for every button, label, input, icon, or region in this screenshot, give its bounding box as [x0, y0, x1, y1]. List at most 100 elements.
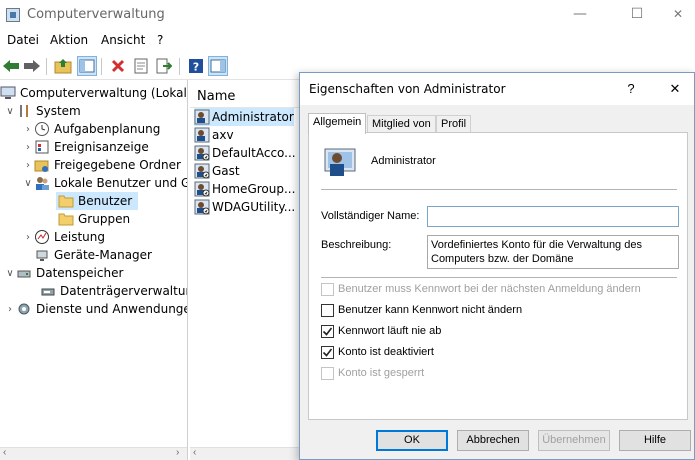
- description-label: Beschreibung:: [321, 239, 392, 251]
- menu-aktion[interactable]: Aktion: [50, 33, 88, 47]
- chevron-down-icon[interactable]: ∨: [4, 106, 16, 117]
- tree-item-dienste[interactable]: › Dienste und Anwendungen: [4, 300, 187, 318]
- svg-text:?: ?: [193, 61, 199, 74]
- toolbar-separator: [46, 58, 47, 75]
- chevron-down-icon[interactable]: ∨: [4, 268, 16, 279]
- chevron-right-icon[interactable]: ›: [22, 124, 34, 135]
- list-item[interactable]: DefaultAcco...: [194, 144, 296, 162]
- export-list-icon[interactable]: [154, 56, 174, 76]
- checkbox[interactable]: [321, 345, 334, 359]
- user-list[interactable]: Name Administrator axv DefaultAcco... Ga…: [190, 80, 302, 460]
- tree-item-lokale-benutzer[interactable]: ∨ Lokale Benutzer und Gruppen: [22, 174, 187, 192]
- tree-horizontal-scrollbar[interactable]: ‹ ›: [0, 447, 187, 460]
- tab-mitglied-von[interactable]: Mitglied von: [367, 115, 436, 133]
- help-icon[interactable]: ?: [186, 56, 206, 76]
- tree-item-label: Datenträgerverwaltung: [60, 284, 188, 298]
- tree-item-ereignisanzeige[interactable]: › Ereignisanzeige: [22, 138, 149, 156]
- forward-arrow-icon[interactable]: [22, 56, 42, 76]
- ok-button[interactable]: OK: [376, 430, 448, 451]
- folder-icon: [58, 211, 74, 227]
- dialog-title-bar: Eigenschaften von Administrator ? ✕: [300, 73, 694, 105]
- checkbox[interactable]: [321, 282, 334, 296]
- tree-item-system[interactable]: ∨ System: [4, 102, 81, 120]
- help-button[interactable]: Hilfe: [619, 430, 691, 451]
- chevron-right-icon[interactable]: ›: [22, 232, 34, 243]
- title-bar: Computerverwaltung — ☐ ✕: [0, 0, 695, 30]
- menu-help[interactable]: ?: [157, 33, 163, 47]
- tree-item-label: System: [36, 104, 81, 118]
- tab-allgemein[interactable]: Allgemein: [308, 113, 367, 134]
- tree-item-label: Ereignisanzeige: [54, 140, 149, 154]
- list-item[interactable]: Gast: [194, 162, 240, 180]
- list-item[interactable]: HomeGroup...: [194, 180, 295, 198]
- menu-ansicht[interactable]: Ansicht: [101, 33, 145, 47]
- column-header-name[interactable]: Name: [190, 86, 302, 108]
- minimize-button[interactable]: —: [562, 4, 598, 26]
- dialog-close-button[interactable]: ✕: [664, 79, 686, 99]
- disabled-user-icon: [194, 145, 210, 161]
- divider: [321, 277, 677, 278]
- scroll-right-icon[interactable]: ›: [176, 447, 179, 458]
- computer-management-icon: [6, 8, 20, 22]
- checkbox[interactable]: [321, 303, 334, 317]
- list-item[interactable]: Administrator: [194, 108, 294, 126]
- scroll-left-icon[interactable]: ‹: [193, 447, 196, 458]
- dialog-title: Eigenschaften von Administrator: [309, 82, 506, 96]
- tree-item-datenspeicher[interactable]: ∨ Datenspeicher: [4, 264, 123, 282]
- event-viewer-icon: [34, 139, 50, 155]
- shared-folder-icon: [34, 157, 50, 173]
- disk-management-icon: [40, 283, 56, 299]
- checkbox-cannot-change-password[interactable]: Benutzer kann Kennwort nicht ändern: [321, 302, 522, 318]
- folder-icon: [58, 193, 74, 209]
- clock-icon: [34, 121, 50, 137]
- back-arrow-icon[interactable]: [1, 56, 21, 76]
- description-field[interactable]: Vordefiniertes Konto für die Verwaltung …: [427, 235, 679, 269]
- properties-icon[interactable]: [131, 56, 151, 76]
- scroll-left-icon[interactable]: ‹: [3, 447, 6, 458]
- services-icon: [16, 301, 32, 317]
- menu-datei[interactable]: Datei: [7, 33, 39, 47]
- chevron-right-icon[interactable]: ›: [22, 142, 34, 153]
- chevron-right-icon[interactable]: ›: [4, 304, 16, 315]
- delete-icon[interactable]: [108, 56, 128, 76]
- close-button[interactable]: ✕: [660, 4, 695, 26]
- user-name-label: Administrator: [371, 155, 436, 167]
- tree-item-datentraegerverwaltung[interactable]: Datenträgerverwaltung: [40, 282, 188, 300]
- checkbox-account-disabled[interactable]: Konto ist deaktiviert: [321, 344, 434, 360]
- full-name-field[interactable]: [427, 206, 679, 227]
- list-horizontal-scrollbar[interactable]: ‹: [190, 447, 302, 460]
- toolbar-separator: [179, 58, 180, 75]
- tree-item-benutzer[interactable]: Benutzer: [56, 192, 139, 210]
- disabled-user-icon: [194, 199, 210, 215]
- tree-item-freigegebene-ordner[interactable]: › Freigegebene Ordner: [22, 156, 181, 174]
- cancel-button[interactable]: Abbrechen: [457, 430, 529, 451]
- list-item[interactable]: axv: [194, 126, 234, 144]
- tab-profil[interactable]: Profil: [436, 115, 472, 133]
- action-pane-icon[interactable]: [208, 56, 228, 76]
- checkbox-account-locked[interactable]: Konto ist gesperrt: [321, 365, 424, 381]
- tree-item-gruppen[interactable]: Gruppen: [56, 210, 130, 228]
- user-icon: [194, 127, 210, 143]
- chevron-down-icon[interactable]: ∨: [22, 178, 34, 189]
- divider: [321, 189, 677, 190]
- show-hide-tree-icon[interactable]: [77, 56, 97, 76]
- tree-item-leistung[interactable]: › Leistung: [22, 228, 105, 246]
- users-group-icon: [34, 175, 50, 191]
- maximize-button[interactable]: ☐: [619, 4, 655, 26]
- checkbox[interactable]: [321, 366, 334, 380]
- tree-item-root[interactable]: Computerverwaltung (Lokal): [0, 84, 187, 102]
- apply-button[interactable]: Übernehmen: [538, 430, 610, 451]
- dialog-help-button[interactable]: ?: [620, 79, 642, 99]
- list-item[interactable]: WDAGUtility...: [194, 198, 295, 216]
- tree-item-aufgabenplanung[interactable]: › Aufgabenplanung: [22, 120, 160, 138]
- tree-item-label: Lokale Benutzer und Gruppen: [54, 176, 187, 190]
- chevron-right-icon[interactable]: ›: [22, 160, 34, 171]
- checkbox-password-never-expires[interactable]: Kennwort läuft nie ab: [321, 323, 441, 339]
- checkbox[interactable]: [321, 324, 334, 338]
- navigation-tree[interactable]: Computerverwaltung (Lokal) ∨ System › Au…: [0, 80, 188, 460]
- checkbox-must-change-password[interactable]: Benutzer muss Kennwort bei der nächsten …: [321, 281, 641, 297]
- window-title: Computerverwaltung: [27, 7, 165, 22]
- full-name-label: Vollständiger Name:: [321, 210, 420, 222]
- tree-item-geraete-manager[interactable]: Geräte-Manager: [34, 246, 152, 264]
- up-folder-icon[interactable]: [53, 56, 73, 76]
